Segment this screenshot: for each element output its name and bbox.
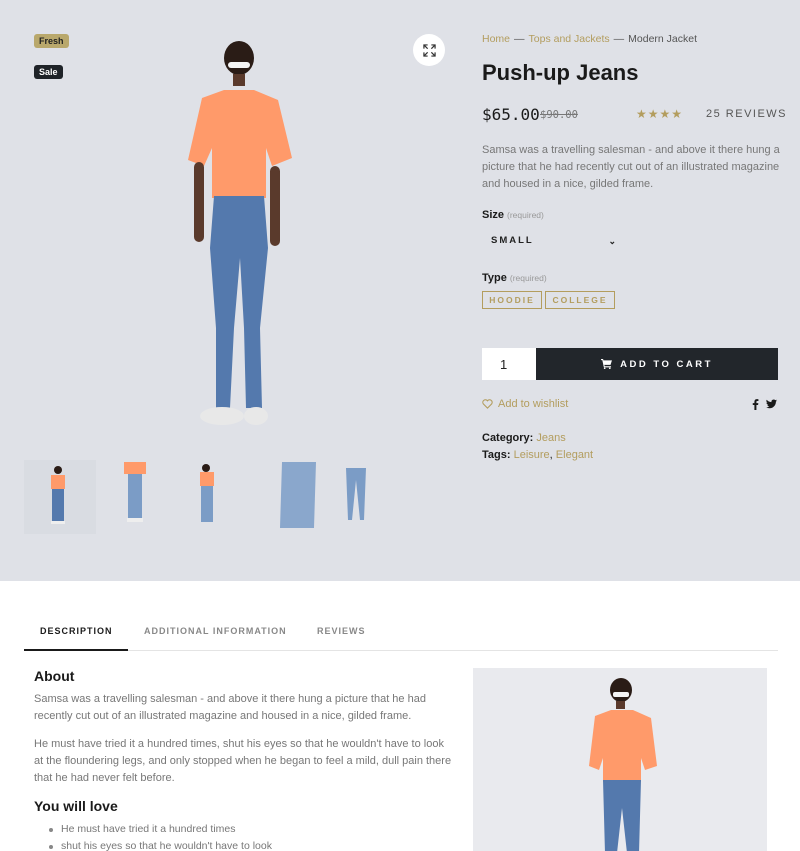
quantity-input[interactable] (482, 348, 536, 380)
tab-additional-information[interactable]: ADDITIONAL INFORMATION (144, 626, 287, 636)
you-will-love-heading: You will love (34, 798, 118, 814)
thumbnail-3[interactable] (176, 460, 248, 534)
tab-description[interactable]: DESCRIPTION (40, 626, 113, 636)
facebook-icon[interactable] (752, 399, 759, 410)
chevron-down-icon: ⌄ (608, 236, 618, 246)
add-to-cart-button[interactable]: ADD TO CART (536, 348, 778, 380)
sale-badge: Sale (34, 65, 63, 79)
product-tabs: DESCRIPTION ADDITIONAL INFORMATION REVIE… (24, 618, 778, 651)
type-label: Type (required) (482, 272, 547, 284)
breadcrumb-category[interactable]: Tops and Jackets (529, 33, 610, 45)
product-old-price: $90.00 (540, 109, 578, 121)
category-link[interactable]: Jeans (536, 432, 565, 444)
product-tags: Tags: Leisure, Elegant (482, 449, 593, 461)
product-main-image[interactable]: Fresh Sale (24, 24, 458, 456)
description-image (473, 668, 767, 851)
size-required: (required) (507, 210, 544, 220)
twitter-icon[interactable] (766, 399, 777, 409)
thumbnail-2[interactable] (100, 460, 172, 534)
size-label-text: Size (482, 209, 505, 221)
thumbnail-5[interactable] (328, 460, 400, 534)
active-tab-indicator (24, 649, 128, 651)
size-label: Size (required) (482, 209, 544, 221)
product-title: Push-up Jeans (482, 60, 639, 85)
heart-icon (482, 399, 493, 409)
thumb-figure-1 (51, 466, 65, 524)
rating-stars: ★★★★ (636, 107, 684, 121)
thumb-figure-4 (280, 462, 316, 528)
product-price: $65.00 (482, 105, 540, 124)
tag-link-leisure[interactable]: Leisure (514, 449, 550, 461)
thumbnail-1[interactable] (24, 460, 96, 534)
breadcrumb-home[interactable]: Home (482, 33, 510, 45)
about-text: Samsa was a travelling salesman - and ab… (34, 693, 426, 722)
wishlist-label: Add to wishlist (498, 398, 569, 410)
tag-link-elegant[interactable]: Elegant (556, 449, 593, 461)
wishlist-link[interactable]: Add to wishlist (482, 398, 568, 410)
add-to-cart-label: ADD TO CART (620, 358, 713, 370)
breadcrumb: Home — Tops and Jackets — Modern Jacket (482, 33, 697, 45)
tags-separator: , (549, 449, 553, 461)
product-top-section: Fresh Sale Home — Tops and Jackets — Mod… (0, 0, 800, 581)
you-will-love-list: He must have tried it a hundred times sh… (47, 821, 272, 851)
type-label-text: Type (482, 272, 507, 284)
type-required: (required) (509, 273, 547, 283)
thumbnail-4[interactable] (252, 460, 324, 534)
tags-label: Tags: (482, 449, 511, 461)
model-figure-secondary (589, 678, 657, 851)
list-item: He must have tried it a hundred times (47, 821, 272, 838)
product-description: Samsa was a travelling salesman - and ab… (482, 144, 780, 190)
product-category: Category: Jeans (482, 432, 566, 444)
type-option-hoodie[interactable]: HOODIE (482, 291, 542, 309)
breadcrumb-current: Modern Jacket (628, 33, 698, 45)
thumb-figure-3 (200, 464, 214, 522)
fresh-badge: Fresh (34, 34, 69, 48)
breadcrumb-separator: — (514, 33, 525, 45)
about-heading: About (34, 668, 75, 684)
social-share (752, 399, 777, 410)
thumb-figure-5 (346, 468, 366, 520)
thumb-figure-2 (124, 462, 146, 522)
model-figure (188, 41, 292, 425)
expand-icon (422, 43, 436, 57)
size-select[interactable]: SMALL ⌄ (482, 231, 624, 251)
cart-icon (601, 359, 613, 369)
thumbnail-strip (24, 460, 458, 534)
type-option-college[interactable]: COLLEGE (545, 291, 615, 309)
size-select-value: SMALL (491, 235, 534, 246)
list-item: shut his eyes so that he wouldn't have t… (47, 838, 272, 851)
category-label: Category: (482, 432, 534, 444)
description-paragraph: He must have tried it a hundred times, s… (34, 738, 452, 784)
breadcrumb-separator: — (613, 33, 625, 45)
reviews-link[interactable]: 25 REVIEWS (706, 108, 787, 120)
tab-reviews[interactable]: REVIEWS (317, 626, 366, 636)
zoom-button[interactable] (413, 34, 445, 66)
